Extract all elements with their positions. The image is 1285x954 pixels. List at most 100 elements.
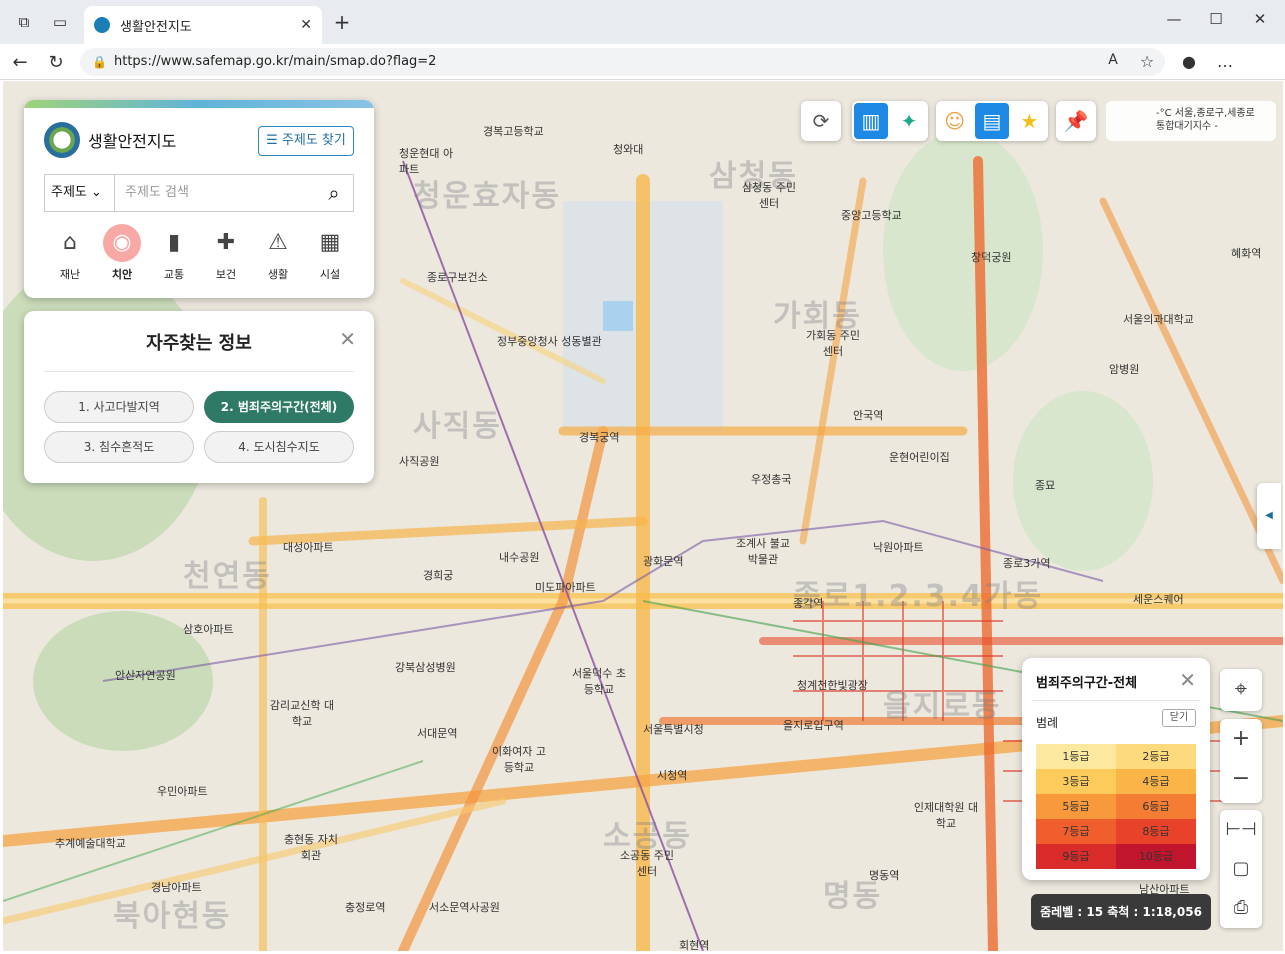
map-poi-label[interactable]: 청운현대 아파트	[399, 145, 459, 177]
theme-map-find-button[interactable]: ☰ 주제도 찾기	[258, 126, 354, 156]
map-poi-label[interactable]: 가회동 주민센터	[803, 327, 863, 359]
profile-avatar-icon[interactable]: ●	[1178, 52, 1200, 71]
chip-accident-area[interactable]: 1. 사고다발지역	[44, 391, 194, 423]
print-icon[interactable]: ⎙	[1220, 888, 1262, 927]
map-poi-label[interactable]: 충정로역	[345, 899, 385, 915]
zoom-in-icon[interactable]: +	[1220, 719, 1262, 759]
reload-icon[interactable]: ↻	[45, 52, 67, 73]
refresh-icon[interactable]: ⟳	[803, 103, 839, 139]
message-icon[interactable]: ▤	[975, 103, 1009, 139]
pin-icon[interactable]: 📌	[1058, 103, 1094, 139]
map-poi-label[interactable]: 안국역	[853, 407, 883, 423]
zoom-out-icon[interactable]: −	[1220, 759, 1262, 799]
category-disaster[interactable]: ⌂ 재난	[44, 224, 96, 282]
map-poi-label[interactable]: 서소문역사공원	[429, 899, 500, 915]
map-poi-label[interactable]: 서울특별시청	[643, 721, 704, 737]
map-poi-label[interactable]: 창덕궁원	[971, 249, 1011, 265]
category-health[interactable]: ✚ 보건	[200, 224, 252, 282]
close-icon[interactable]: ✕	[1179, 668, 1196, 692]
map-poi-label[interactable]: 내수공원	[499, 549, 539, 565]
chip-flood-trace[interactable]: 3. 침수흔적도	[44, 431, 194, 463]
map-poi-label[interactable]: 경희궁	[423, 567, 453, 583]
map-poi-label[interactable]: 청계천한빛광장	[797, 677, 868, 693]
map-poi-label[interactable]: 서울의과대학교	[1123, 311, 1194, 327]
weather-widget[interactable]: -°C 서울,종로구,세종로 통합대기지수 -	[1106, 101, 1276, 141]
legend-close-button[interactable]: 닫기	[1162, 709, 1196, 727]
map-poi-label[interactable]: 안산자연공원	[115, 667, 176, 683]
category-life[interactable]: ⚠ 생활	[252, 224, 304, 282]
workspaces-icon[interactable]: ⧉	[14, 12, 34, 32]
pin-tool: 📌	[1056, 101, 1096, 141]
category-facility[interactable]: ▦ 시설	[304, 224, 356, 282]
close-icon[interactable]: ✕	[339, 327, 356, 351]
map-poi-label[interactable]: 이화여자 고등학교	[489, 743, 549, 775]
map-poi-label[interactable]: 혜화역	[1231, 245, 1261, 261]
search-type-select[interactable]: 주제도 ⌄	[45, 175, 115, 211]
map-poi-label[interactable]: 종묘	[1035, 477, 1055, 493]
map-poi-label[interactable]: 우정총국	[751, 471, 791, 487]
map-poi-label[interactable]: 미도파아파트	[535, 579, 596, 595]
search-input[interactable]: 주제도 검색	[115, 175, 315, 211]
map-poi-label[interactable]: 정부중앙청사 성동별관	[497, 333, 602, 349]
back-icon[interactable]: ←	[9, 52, 31, 73]
category-traffic[interactable]: ▮ 교통	[148, 224, 200, 282]
map-poi-label[interactable]: 회현역	[679, 937, 709, 951]
map-poi-label[interactable]: 중앙고등학교	[841, 207, 902, 223]
tab-close-icon[interactable]: ✕	[300, 17, 312, 33]
map-poi-label[interactable]: 삼호아파트	[183, 621, 234, 637]
map-poi-label[interactable]: 종로구보건소	[427, 269, 488, 285]
map-poi-label[interactable]: 대성아파트	[283, 539, 334, 555]
map-poi-label[interactable]: 서울덕수 초등학교	[569, 665, 629, 697]
map-poi-label[interactable]: 경남아파트	[151, 879, 202, 895]
satellite-icon[interactable]: ✦	[892, 103, 926, 139]
map-poi-label[interactable]: 우민아파트	[157, 783, 208, 799]
map-poi-label[interactable]: 을지로입구역	[783, 717, 844, 733]
more-menu-icon[interactable]: …	[1214, 52, 1236, 71]
search-icon[interactable]: ⌕	[315, 175, 353, 211]
map-poi-label[interactable]: 강북삼성병원	[395, 659, 456, 675]
site-logo[interactable]: 생활안전지도	[44, 122, 176, 158]
window-close-icon[interactable]: ✕	[1240, 10, 1280, 28]
new-tab-icon[interactable]: +	[332, 12, 352, 32]
map-poi-label[interactable]: 종로3가역	[1003, 555, 1050, 571]
map-poi-label[interactable]: 조계사 불교박물관	[733, 535, 793, 567]
category-security[interactable]: ◉ 치안	[96, 224, 148, 282]
map-poi-label[interactable]: 인제대학원 대학교	[911, 799, 981, 831]
map-poi-label[interactable]: 세운스퀘어	[1133, 591, 1184, 607]
map-poi-label[interactable]: 소공동 주민센터	[617, 847, 677, 879]
star-icon[interactable]: ★	[1013, 103, 1046, 139]
url-field[interactable]: 🔒 https://www.safemap.go.kr/main/smap.do…	[80, 48, 1165, 76]
map-poi-label[interactable]: 암병원	[1109, 361, 1139, 377]
chip-crime-caution[interactable]: 2. 범죄주의구간(전체)	[204, 391, 354, 423]
my-location-icon[interactable]: ⌖	[1220, 669, 1262, 711]
map-poi-label[interactable]: 사직공원	[399, 453, 439, 469]
map-poi-label[interactable]: 추계예술대학교	[55, 835, 126, 851]
child-face-icon[interactable]: ☺	[938, 103, 971, 139]
map-poi-label[interactable]: 경복고등학교	[483, 123, 544, 139]
read-aloud-icon[interactable]: A	[1102, 52, 1124, 68]
map-poi-label[interactable]: 청와대	[613, 141, 643, 157]
map-poi-label[interactable]: 경복궁역	[579, 429, 619, 445]
map-poi-label[interactable]: 종각역	[793, 595, 823, 611]
map-poi-label[interactable]: 삼청동 주민센터	[739, 179, 799, 211]
map-poi-label[interactable]: 명동역	[869, 867, 899, 883]
lock-icon: 🔒	[92, 55, 107, 69]
chip-urban-flood[interactable]: 4. 도시침수지도	[204, 431, 354, 463]
maximize-icon[interactable]: ☐	[1196, 10, 1236, 28]
minimize-icon[interactable]: —	[1154, 10, 1194, 28]
map-poi-label[interactable]: 광화문역	[643, 553, 683, 569]
zoom-control: + −	[1220, 719, 1262, 803]
area-measure-icon[interactable]: ▢	[1220, 849, 1262, 888]
map-poi-label[interactable]: 시청역	[657, 767, 687, 783]
map-poi-label[interactable]: 충현동 자치회관	[283, 831, 339, 863]
map-poi-label[interactable]: 낙원아파트	[873, 539, 924, 555]
tab-actions-icon[interactable]: ▭	[50, 12, 70, 32]
ruler-icon[interactable]: ⊢⊣	[1220, 810, 1262, 849]
side-panel-toggle[interactable]: ◀	[1257, 483, 1281, 549]
favorite-star-icon[interactable]: ☆	[1136, 52, 1158, 71]
map-poi-label[interactable]: 운현어린이집	[889, 449, 950, 465]
map-book-icon[interactable]: ▥	[854, 103, 888, 139]
map-poi-label[interactable]: 서대문역	[417, 725, 457, 741]
browser-tab[interactable]: 생활안전지도 ✕	[84, 6, 322, 44]
map-poi-label[interactable]: 감리교신학 대학교	[267, 697, 337, 729]
